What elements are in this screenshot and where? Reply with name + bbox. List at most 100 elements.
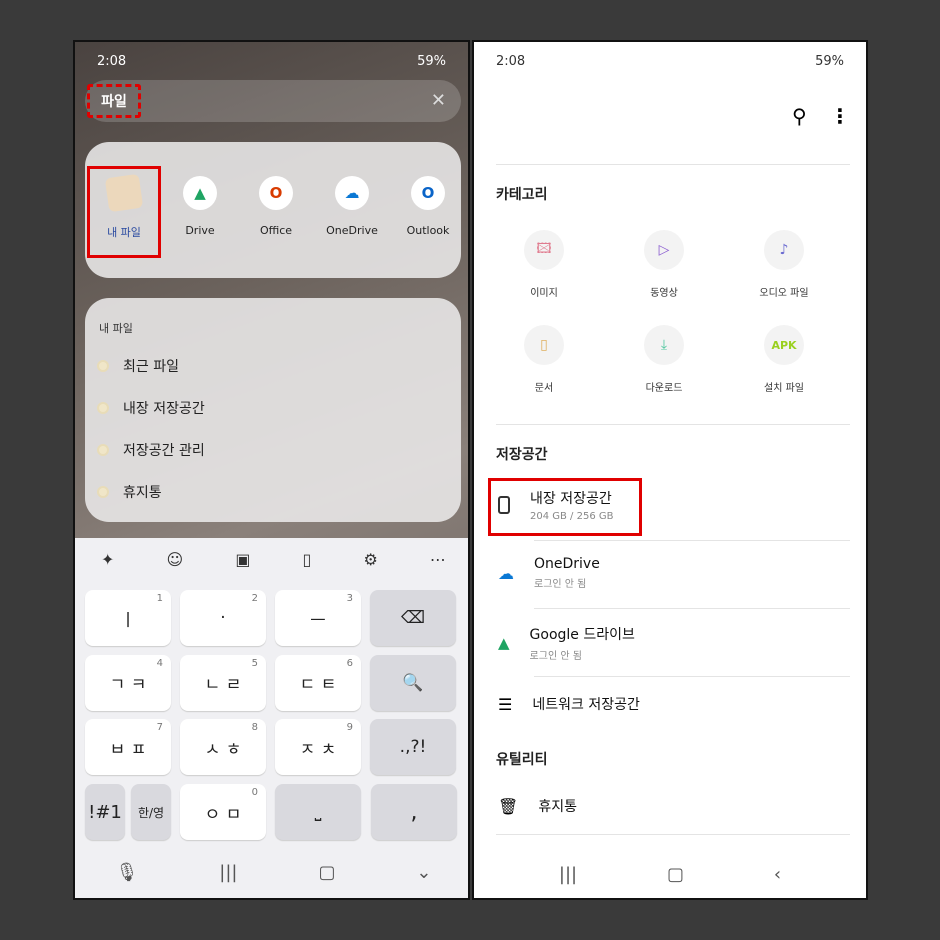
category-item[interactable]: ▷ 동영상: [604, 230, 724, 299]
search-icon[interactable]: ⚲: [792, 104, 807, 128]
comma-key[interactable]: ,: [371, 784, 457, 840]
divider: [534, 540, 850, 541]
storage-google-drive[interactable]: ▲ Google 드라이브 로그인 안 됨: [498, 624, 635, 662]
right-screen: 2:08 59% ⚲ ⋮ 카테고리 🖾 이미지 ▷ 동영상 ♪ 오디오 파일 ▯ 문서 ⤓ 다운로드…: [472, 40, 868, 900]
category-icon: ▷: [644, 230, 684, 270]
key-label: ㅂ ㅍ: [109, 739, 147, 760]
key-number: 9: [346, 722, 353, 733]
keyboard-toolbar: ✦ ☺ ▣ ▯ ⚙ ⋯: [75, 538, 468, 580]
category-icon: ▯: [524, 325, 564, 365]
key-label: ·: [220, 608, 226, 628]
language-key[interactable]: 한/영: [131, 784, 171, 840]
outlook-icon: O: [411, 176, 445, 210]
category-item[interactable]: ▯ 문서: [484, 325, 604, 394]
chevron-down-icon[interactable]: ⌄: [416, 862, 431, 883]
shortcut-item[interactable]: 최근 파일: [97, 356, 179, 376]
divider: [496, 164, 850, 165]
shortcut-label: 내장 저장공간: [123, 401, 205, 417]
app-onedrive[interactable]: ☁ OneDrive: [315, 176, 389, 240]
key-0[interactable]: ㅇ ㅁ 0: [180, 784, 266, 840]
utility-trash[interactable]: 🗑 휴지통: [498, 796, 577, 816]
shortcut-label: 저장공간 관리: [123, 443, 205, 459]
key[interactable]: ㄷ ㅌ 6: [275, 654, 361, 711]
time: 2:08: [97, 54, 127, 69]
battery: 59%: [417, 54, 446, 69]
app-drive[interactable]: ▲ Drive: [163, 176, 237, 240]
apk-text: APK: [771, 338, 797, 352]
divider: [534, 608, 850, 609]
category-icon: 🖾: [524, 230, 564, 270]
translate-icon[interactable]: ▣: [235, 550, 250, 569]
key[interactable]: ㄴ ㄹ 5: [180, 654, 266, 711]
key[interactable]: ⌫: [370, 590, 456, 646]
nav-bar: ||| ▢ ‹: [474, 864, 866, 885]
key-label: 🔍: [402, 672, 424, 693]
storage-internal[interactable]: 내장 저장공간 204 GB / 256 GB: [498, 488, 613, 522]
recents-icon[interactable]: |||: [559, 864, 577, 885]
category-grid: 🖾 이미지 ▷ 동영상 ♪ 오디오 파일 ▯ 문서 ⤓ 다운로드 APK 설치 파일: [484, 230, 844, 394]
back-icon[interactable]: ‹: [774, 864, 781, 885]
key[interactable]: ㅂ ㅍ 7: [85, 719, 171, 775]
onedrive-icon: ☁: [335, 176, 369, 210]
more-options-icon[interactable]: ⋮: [830, 104, 850, 128]
key-label: .,?!: [399, 737, 427, 757]
search-bar[interactable]: [85, 80, 461, 122]
key-number: 3: [346, 593, 353, 604]
app-outlook[interactable]: O Outlook: [391, 176, 465, 240]
emoji-icon[interactable]: ☺: [167, 550, 184, 569]
battery: 59%: [815, 54, 844, 69]
category-label: 동영상: [650, 288, 678, 299]
key-label: ㅈ ㅊ: [299, 739, 337, 760]
key-number: 5: [251, 657, 258, 669]
category-icon: ⤓: [644, 325, 684, 365]
ai-sparkle-icon[interactable]: ✦: [101, 550, 114, 569]
storage-network[interactable]: ☰ 네트워크 저장공간: [498, 694, 640, 714]
key[interactable]: ㄱ ㅋ 4: [85, 654, 171, 711]
key-number: 6: [346, 657, 353, 669]
category-item[interactable]: APK 설치 파일: [724, 325, 844, 394]
key[interactable]: ㅈ ㅊ 9: [275, 719, 361, 775]
shortcut-item[interactable]: 내장 저장공간: [97, 398, 205, 418]
storage-status: 로그인 안 됨: [534, 579, 587, 590]
key[interactable]: .,?!: [370, 719, 456, 775]
symbols-key[interactable]: !#1: [85, 784, 125, 840]
gear-icon[interactable]: ⚙: [363, 550, 377, 569]
category-label: 이미지: [530, 288, 558, 299]
key[interactable]: 🔍: [370, 654, 456, 711]
storage-name: 네트워크 저장공간: [532, 697, 640, 713]
storage-onedrive[interactable]: ☁ OneDrive 로그인 안 됨: [498, 556, 600, 590]
app-my-files[interactable]: 내 파일: [87, 173, 161, 240]
key[interactable]: ㅅ ㅎ 8: [180, 719, 266, 775]
search-query[interactable]: 파일: [87, 84, 141, 118]
app-office[interactable]: O Office: [239, 176, 313, 240]
key-number: 8: [251, 722, 258, 733]
file-icon: [97, 486, 109, 498]
category-item[interactable]: 🖾 이미지: [484, 230, 604, 299]
microphone-icon[interactable]: 🎙: [115, 862, 138, 883]
close-icon[interactable]: ✕: [431, 90, 446, 111]
recents-icon[interactable]: |||: [219, 862, 237, 883]
key-number: 2: [251, 593, 258, 604]
key[interactable]: ㅣ1: [85, 590, 171, 646]
shortcut-item[interactable]: 저장공간 관리: [97, 440, 205, 460]
key[interactable]: · 2: [180, 590, 266, 646]
home-icon[interactable]: ▢: [667, 864, 684, 885]
home-icon[interactable]: ▢: [318, 862, 335, 883]
category-icon: ♪: [764, 230, 804, 270]
shortcut-label: 최근 파일: [123, 359, 179, 375]
category-label: 다운로드: [645, 383, 683, 394]
space-key[interactable]: ⎵: [275, 784, 361, 840]
server-icon: ☰: [498, 694, 513, 714]
category-item[interactable]: ♪ 오디오 파일: [724, 230, 844, 299]
utility-title: 유틸리티: [496, 752, 548, 768]
shortcut-item[interactable]: 휴지통: [97, 482, 162, 502]
key-label: ㄴ ㄹ: [204, 675, 242, 695]
more-icon[interactable]: ⋯: [430, 550, 446, 569]
folder-icon: [104, 173, 144, 213]
category-item[interactable]: ⤓ 다운로드: [604, 325, 724, 394]
clipboard-icon[interactable]: ▯: [303, 550, 312, 569]
time: 2:08: [496, 54, 526, 69]
status-bar: 2:08 59%: [75, 54, 468, 69]
key[interactable]: ㅡ3: [275, 590, 361, 646]
storage-status: 로그인 안 됨: [529, 651, 582, 662]
